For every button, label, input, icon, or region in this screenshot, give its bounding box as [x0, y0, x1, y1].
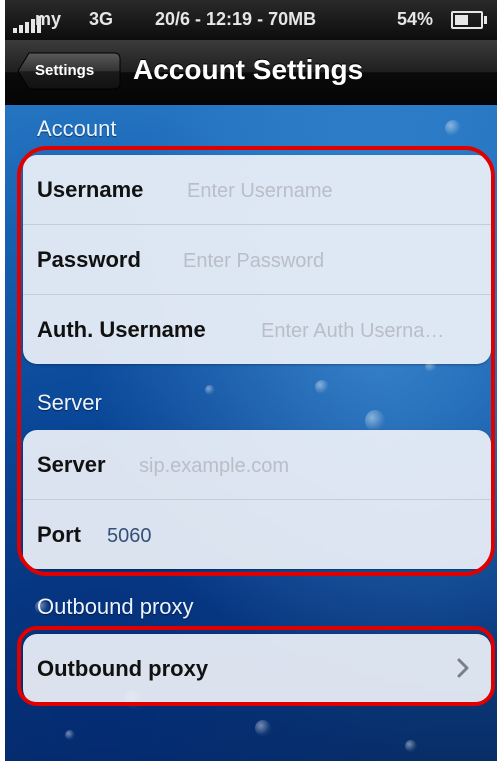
droplet — [255, 720, 271, 736]
battery-percentage: 54% — [397, 9, 434, 29]
carrier-name: my — [35, 9, 62, 29]
network-type: 3G — [89, 9, 114, 29]
status-datetime: 20/6 - 12:19 - 70MB — [155, 9, 317, 29]
status-bar: my 3G 20/6 - 12:19 - 70MB 54% — [5, 0, 497, 40]
section-header-account: Account — [37, 116, 117, 141]
section-header-outbound-proxy: Outbound proxy — [37, 594, 194, 619]
annotation-outline-account-server — [17, 146, 495, 576]
annotation-outline-outbound-proxy — [17, 626, 495, 706]
droplet — [445, 120, 461, 136]
back-button-label: Settings — [35, 62, 95, 79]
droplet — [405, 740, 417, 752]
navigation-bar: Settings Account Settings — [5, 40, 497, 105]
back-button[interactable]: Settings — [17, 52, 121, 90]
app-screen: my 3G 20/6 - 12:19 - 70MB 54% Settings A… — [5, 0, 497, 761]
droplet — [65, 730, 75, 740]
battery-icon — [451, 11, 487, 29]
page-title: Account Settings — [133, 54, 364, 85]
